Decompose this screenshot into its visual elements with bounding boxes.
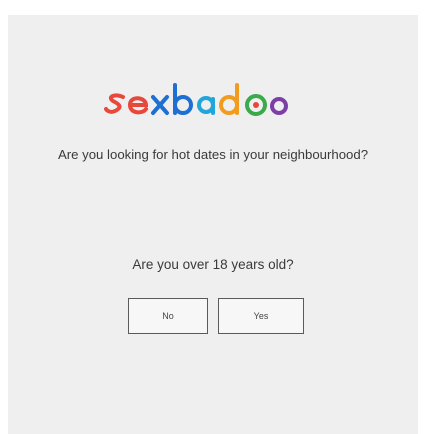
brand-logo-graphic (104, 83, 288, 116)
yes-button[interactable]: Yes (218, 298, 304, 334)
age-gate-panel: Are you looking for hot dates in your ne… (8, 15, 418, 434)
age-question: Are you over 18 years old? (132, 257, 294, 272)
tagline-text: Are you looking for hot dates in your ne… (57, 147, 369, 162)
no-button[interactable]: No (128, 298, 208, 334)
brand-logo (8, 79, 418, 132)
